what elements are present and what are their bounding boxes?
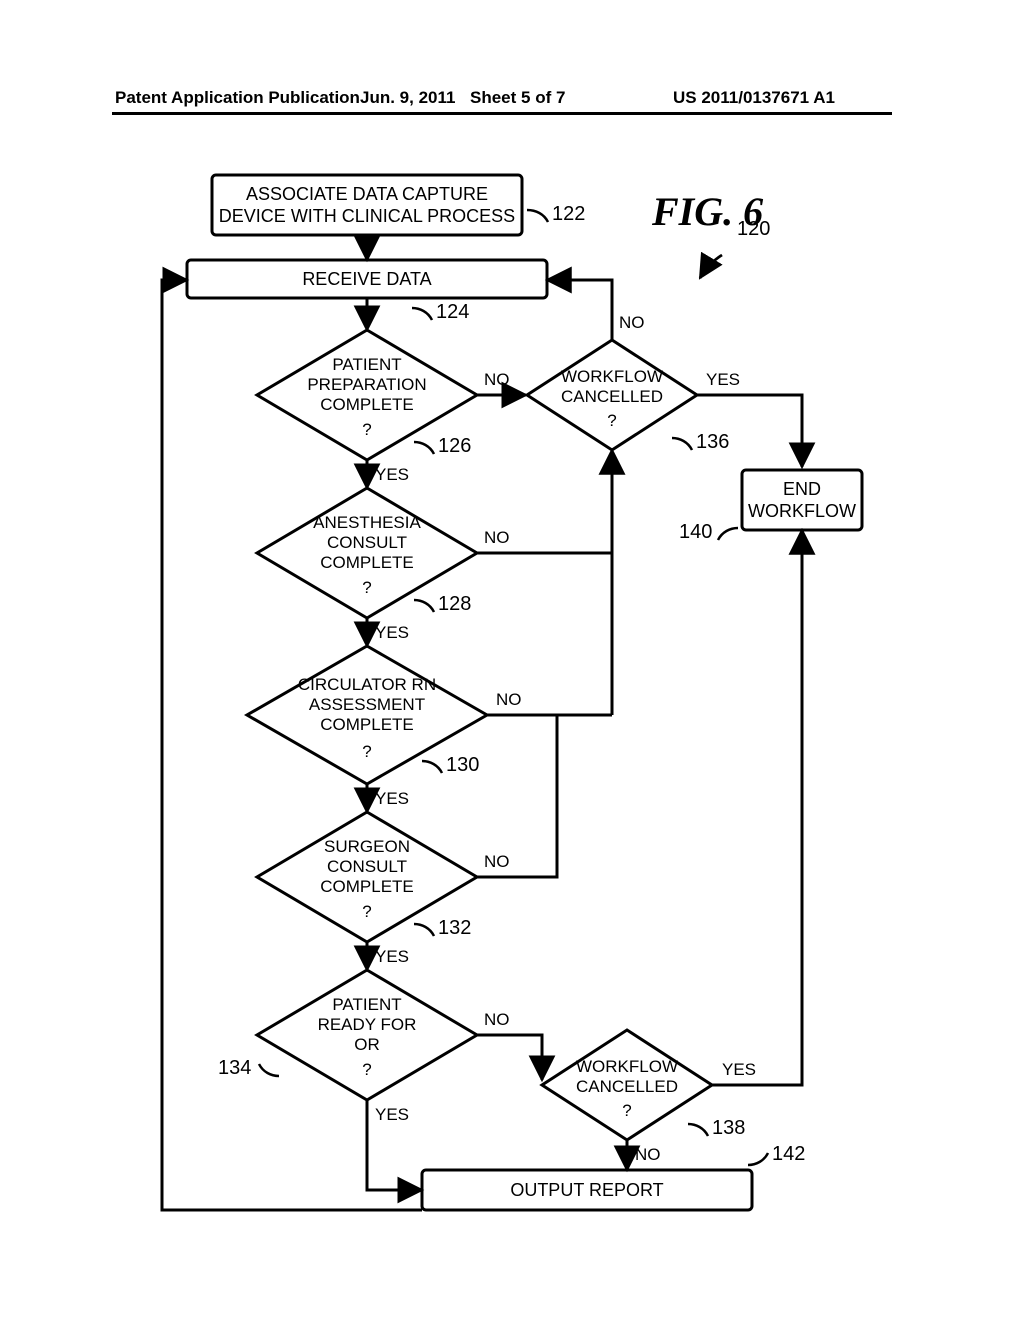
svg-text:CONSULT: CONSULT (327, 533, 407, 552)
svg-text:SURGEON: SURGEON (324, 837, 410, 856)
svg-text:?: ? (622, 1101, 631, 1120)
flowchart: 120 ASSOCIATE DATA CAPTURE DEVICE WITH C… (112, 160, 892, 1250)
decision-136: WORKFLOW CANCELLED ? (527, 340, 697, 450)
ref-128: 128 (438, 593, 471, 615)
svg-text:RECEIVE DATA: RECEIVE DATA (302, 269, 431, 289)
yes-label: YES (375, 1105, 409, 1124)
svg-text:?: ? (362, 1060, 371, 1079)
svg-text:PREPARATION: PREPARATION (307, 375, 426, 394)
svg-text:OR: OR (354, 1035, 380, 1054)
svg-text:OUTPUT REPORT: OUTPUT REPORT (510, 1180, 663, 1200)
yes-label: YES (375, 623, 409, 642)
ref-140: 140 (679, 521, 712, 543)
svg-text:?: ? (362, 902, 371, 921)
svg-text:WORKFLOW: WORKFLOW (748, 501, 856, 521)
svg-text:PATIENT: PATIENT (332, 355, 401, 374)
svg-text:COMPLETE: COMPLETE (320, 395, 414, 414)
svg-text:DEVICE WITH CLINICAL PROCESS: DEVICE WITH CLINICAL PROCESS (219, 206, 515, 226)
no-label: NO (619, 313, 645, 332)
ref-130: 130 (446, 754, 479, 776)
pub-label: Patent Application Publication (115, 88, 360, 108)
svg-text:?: ? (362, 420, 371, 439)
box-140: END WORKFLOW (742, 470, 862, 530)
yes-label: YES (375, 947, 409, 966)
svg-text:CANCELLED: CANCELLED (561, 387, 663, 406)
svg-text:ASSOCIATE DATA CAPTURE: ASSOCIATE DATA CAPTURE (246, 184, 488, 204)
box-142: OUTPUT REPORT (422, 1170, 752, 1210)
yes-label: YES (722, 1060, 756, 1079)
svg-text:CANCELLED: CANCELLED (576, 1077, 678, 1096)
box-124: RECEIVE DATA (187, 260, 547, 298)
svg-text:CIRCULATOR RN: CIRCULATOR RN (298, 675, 436, 694)
no-label: NO (635, 1145, 661, 1164)
sheet-label: Sheet 5 of 7 (470, 88, 565, 108)
no-label: NO (484, 370, 510, 389)
svg-text:?: ? (362, 742, 371, 761)
yes-label: YES (375, 465, 409, 484)
decision-134: PATIENT READY FOR OR ? (257, 970, 477, 1100)
svg-text:WORKFLOW: WORKFLOW (576, 1057, 678, 1076)
svg-text:ANESTHESIA: ANESTHESIA (313, 513, 421, 532)
no-label: NO (484, 852, 510, 871)
svg-text:WORKFLOW: WORKFLOW (561, 367, 663, 386)
no-label: NO (484, 528, 510, 547)
docnum-label: US 2011/0137671 A1 (673, 88, 835, 108)
ref-142: 142 (772, 1143, 805, 1165)
svg-text:COMPLETE: COMPLETE (320, 553, 414, 572)
svg-text:?: ? (362, 578, 371, 597)
ref-122: 122 (552, 203, 585, 225)
ref-126: 126 (438, 435, 471, 457)
decision-138: WORKFLOW CANCELLED ? (542, 1030, 712, 1140)
svg-text:COMPLETE: COMPLETE (320, 877, 414, 896)
svg-text:?: ? (607, 411, 616, 430)
svg-text:COMPLETE: COMPLETE (320, 715, 414, 734)
svg-text:PATIENT: PATIENT (332, 995, 401, 1014)
header-rule (112, 112, 892, 115)
yes-label: YES (375, 789, 409, 808)
date-label: Jun. 9, 2011 (360, 88, 455, 108)
ref-136: 136 (696, 431, 729, 453)
ref-132: 132 (438, 917, 471, 939)
no-label: NO (496, 690, 522, 709)
svg-text:END: END (783, 479, 821, 499)
figure-number: 120 (737, 218, 770, 240)
no-label: NO (484, 1010, 510, 1029)
ref-134: 134 (218, 1057, 251, 1079)
yes-label: YES (706, 370, 740, 389)
ref-138: 138 (712, 1117, 745, 1139)
ref-124: 124 (436, 301, 469, 323)
svg-text:READY FOR: READY FOR (318, 1015, 417, 1034)
page: Patent Application Publication Jun. 9, 2… (0, 0, 1024, 1320)
box-122: ASSOCIATE DATA CAPTURE DEVICE WITH CLINI… (212, 175, 522, 235)
svg-text:ASSESSMENT: ASSESSMENT (309, 695, 425, 714)
svg-text:CONSULT: CONSULT (327, 857, 407, 876)
